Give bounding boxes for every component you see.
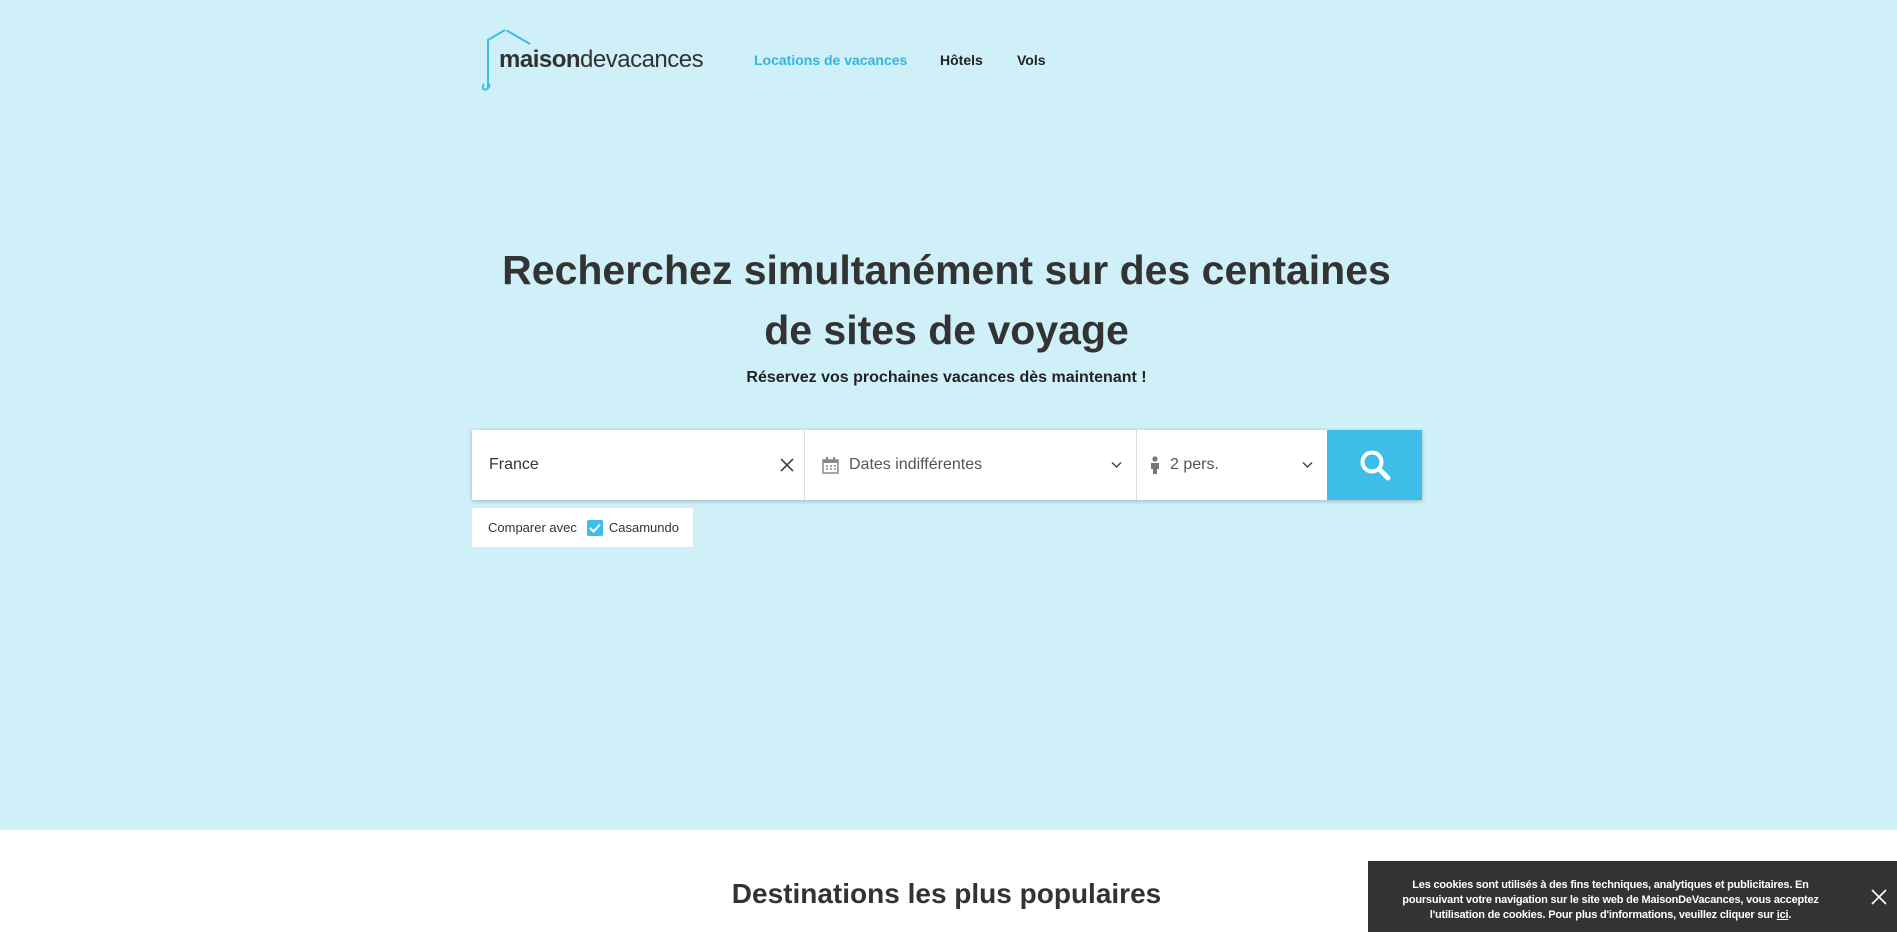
cookie-end: .: [1788, 909, 1792, 921]
nav-item-hotels[interactable]: Hôtels: [940, 52, 983, 68]
dates-field[interactable]: Dates indifférentes: [805, 430, 1137, 500]
calendar-icon: [822, 456, 839, 474]
persons-field[interactable]: 2 pers.: [1137, 430, 1327, 500]
cookie-text: Les cookies sont utilisés à des fins tec…: [1382, 878, 1839, 923]
dates-label: Dates indifférentes: [849, 456, 983, 473]
nav-item-locations[interactable]: Locations de vacances: [754, 52, 907, 68]
person-icon: [1151, 456, 1159, 474]
search-bar: Dates indifférentes 2 pers.: [472, 430, 1422, 500]
popular-destinations-title: Destinations les plus populaires: [731, 878, 1162, 909]
compare-box: Comparer avec Casamundo: [472, 508, 693, 547]
cookie-banner: Les cookies sont utilisés à des fins tec…: [1368, 861, 1897, 932]
page-subtitle: Réservez vos prochaines vacances dès mai…: [746, 369, 1147, 386]
nav-item-vols[interactable]: Vols: [1017, 52, 1046, 68]
logo-wordmark: maisondevacances: [499, 46, 704, 74]
page-title-line2: de sites de voyage: [764, 307, 1129, 353]
clear-icon[interactable]: [780, 458, 794, 472]
persons-label: 2 pers.: [1170, 456, 1219, 473]
page-title-line1: Recherchez simultanément sur des centain…: [502, 247, 1391, 293]
close-icon[interactable]: [1871, 889, 1887, 905]
cookie-info-link[interactable]: ici: [1777, 909, 1789, 921]
compare-label: Comparer avec: [488, 520, 577, 535]
hero-section: maisondevacances Locations de vacances H…: [0, 0, 1897, 830]
logo-bold-text: maison: [499, 46, 581, 73]
page-title: Recherchez simultanément sur des centain…: [470, 240, 1423, 360]
checkmark-icon: [589, 523, 601, 533]
destination-field[interactable]: [472, 430, 805, 500]
chevron-down-icon: [1302, 461, 1313, 469]
logo-light-text: devacances: [580, 46, 704, 73]
casamundo-label[interactable]: Casamundo: [609, 520, 679, 535]
search-icon: [1360, 450, 1390, 481]
cookie-message: Les cookies sont utilisés à des fins tec…: [1402, 879, 1819, 921]
chevron-down-icon: [1111, 461, 1122, 469]
search-button[interactable]: [1327, 430, 1422, 500]
casamundo-checkbox[interactable]: [586, 519, 603, 536]
destination-input[interactable]: [487, 455, 761, 475]
